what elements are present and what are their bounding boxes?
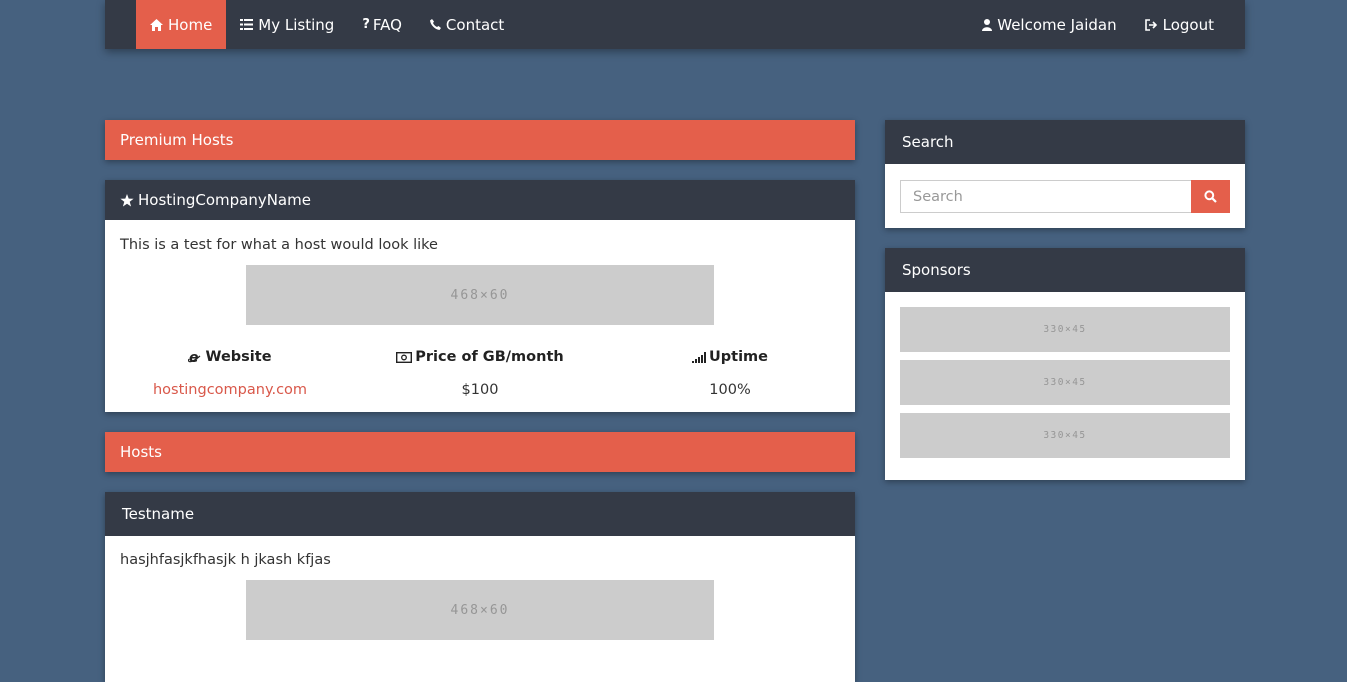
signal-icon [692, 351, 706, 363]
host-card-header: Testname [105, 492, 855, 536]
stat-price: Price of GB/month $100 [355, 349, 605, 398]
host-description: hasjhfasjkfhasjk h jkash kfjas [120, 552, 331, 568]
host-description: This is a test for what a host would loo… [120, 237, 438, 253]
nav-logout[interactable]: Logout [1131, 0, 1228, 49]
host-card-header: HostingCompanyName [105, 180, 855, 220]
stat-website: e Website hostingcompany.com [105, 349, 355, 398]
website-link[interactable]: hostingcompany.com [105, 382, 355, 398]
logout-icon [1144, 18, 1157, 31]
premium-hosts-heading: Premium Hosts [105, 120, 855, 160]
price-label: Price of GB/month [415, 349, 564, 365]
host-banner-ad[interactable]: 468×60 [246, 580, 714, 640]
hosts-heading: Hosts [105, 432, 855, 472]
search-panel: Search [885, 120, 1245, 228]
nav-my-listing-label: My Listing [258, 15, 335, 34]
uptime-header: Uptime [605, 349, 855, 365]
website-header: e Website [105, 349, 355, 365]
phone-icon [429, 19, 441, 30]
banner-size-label: 468×60 [450, 287, 510, 303]
sponsor-ad[interactable]: 330×45 [900, 360, 1230, 405]
nav-home-label: Home [168, 15, 213, 34]
nav-right-group: Welcome Jaidan Logout [968, 0, 1228, 49]
welcome-label: Welcome Jaidan [997, 15, 1117, 34]
sponsor-ad[interactable]: 330×45 [900, 307, 1230, 352]
price-value: $100 [461, 382, 499, 398]
search-input[interactable] [900, 180, 1191, 213]
sponsors-panel-header: Sponsors [885, 248, 1245, 292]
nav-my-listing[interactable]: My Listing [226, 0, 348, 49]
stat-uptime: Uptime 100% [605, 349, 855, 398]
nav-left-group: Home My Listing ? FAQ Contact [136, 0, 518, 49]
money-icon [396, 351, 413, 363]
search-panel-header: Search [885, 120, 1245, 164]
hosts-title: Hosts [120, 443, 162, 461]
sponsor-ad-size: 330×45 [1043, 377, 1087, 388]
nav-contact[interactable]: Contact [416, 0, 518, 49]
nav-home[interactable]: Home [136, 0, 227, 49]
nav-faq-label: FAQ [372, 15, 402, 34]
top-navbar: Home My Listing ? FAQ Contact Welcome Ja… [105, 0, 1245, 49]
sponsor-ad-size: 330×45 [1043, 430, 1087, 441]
sponsor-ad-size: 330×45 [1043, 324, 1087, 335]
host-name: HostingCompanyName [138, 191, 311, 209]
price-header: Price of GB/month [355, 349, 605, 365]
nav-contact-label: Contact [445, 15, 505, 34]
sponsors-panel-title: Sponsors [902, 261, 971, 279]
uptime-label: Uptime [709, 349, 768, 365]
banner-size-label: 468×60 [450, 602, 510, 618]
host-name: Testname [122, 505, 195, 523]
uptime-value: 100% [709, 382, 751, 398]
premium-hosts-title: Premium Hosts [120, 131, 234, 149]
search-button[interactable] [1191, 180, 1230, 213]
sponsor-ads-list: 330×45 330×45 330×45 [885, 292, 1245, 458]
host-banner-ad[interactable]: 468×60 [246, 265, 714, 325]
sponsors-panel: Sponsors 330×45 330×45 330×45 [885, 248, 1245, 480]
internet-explorer-icon: e [188, 350, 201, 364]
search-form [900, 180, 1230, 213]
premium-host-card: HostingCompanyName This is a test for wh… [105, 180, 855, 412]
search-icon [1204, 190, 1217, 203]
question-icon: ? [362, 17, 370, 32]
logout-label: Logout [1162, 15, 1214, 34]
star-icon [120, 193, 134, 206]
nav-welcome-user[interactable]: Welcome Jaidan [968, 0, 1130, 49]
home-icon [150, 18, 163, 31]
sponsor-ad[interactable]: 330×45 [900, 413, 1230, 458]
host-card: Testname hasjhfasjkfhasjk h jkash kfjas … [105, 492, 855, 682]
website-label: Website [205, 349, 272, 365]
host-stats: e Website hostingcompany.com Price of GB… [105, 349, 855, 398]
user-icon [982, 18, 993, 31]
list-icon [240, 19, 254, 30]
search-panel-title: Search [902, 133, 954, 151]
nav-faq[interactable]: ? FAQ [348, 0, 416, 49]
